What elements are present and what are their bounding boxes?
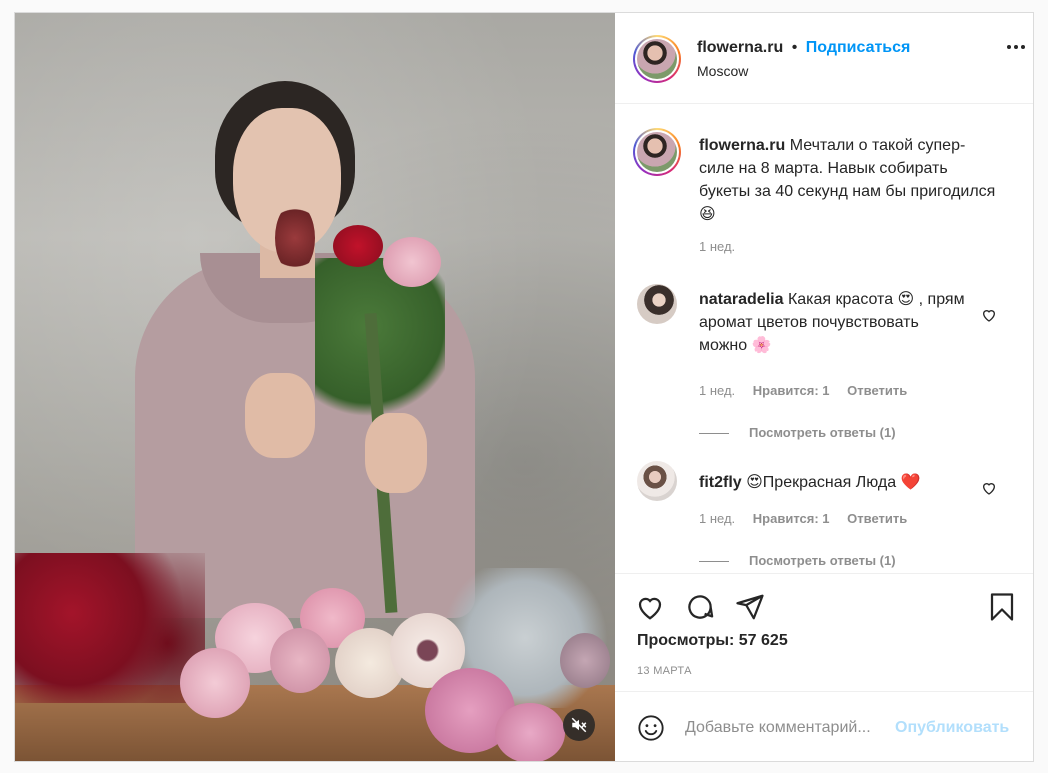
comment-time: 1 нед. (699, 383, 736, 398)
pink-rose (383, 237, 441, 287)
comment-like-icon[interactable] (981, 480, 997, 496)
right-hand (365, 413, 427, 493)
caption-author-avatar[interactable] (633, 128, 681, 176)
comment-likes[interactable]: Нравится: 1 (753, 511, 830, 526)
comment-time: 1 нед. (699, 511, 736, 526)
bookmark-icon[interactable] (987, 592, 1017, 622)
caption: flowerna.ru Мечтали о такой супер-силе н… (699, 134, 999, 226)
smiley-icon[interactable] (637, 714, 665, 742)
dried-flower (275, 203, 315, 273)
follow-button[interactable]: Подписаться (806, 39, 911, 56)
more-options-icon[interactable] (1007, 45, 1025, 49)
location-link[interactable]: Moscow (697, 63, 748, 79)
comment: nataradelia Какая красота 😍 , прям арома… (699, 288, 969, 357)
post-date[interactable]: 13 МАРТА (637, 665, 692, 677)
red-flowers (15, 553, 205, 703)
comment-input[interactable]: Добавьте комментарий... (685, 719, 871, 737)
divider-line (699, 433, 729, 435)
view-replies-button[interactable]: Посмотреть ответы (1) (699, 553, 896, 568)
post-video[interactable] (15, 13, 615, 761)
post-sidebar: flowerna.ru • Подписаться Moscow flowern… (615, 13, 1033, 761)
add-comment-bar: Добавьте комментарий... Опубликовать (615, 691, 1033, 762)
comment: fit2fly 😍Прекрасная Люда ❤️ (699, 471, 969, 494)
comment-text: 😍Прекрасная Люда ❤️ (746, 474, 921, 491)
commenter-avatar[interactable] (637, 284, 677, 324)
reply-button[interactable]: Ответить (847, 383, 907, 398)
views-count[interactable]: Просмотры: 57 625 (637, 632, 788, 650)
comment-meta: 1 нед. Нравится: 1 Ответить (699, 511, 907, 526)
red-rose (333, 225, 383, 267)
left-hand (245, 373, 315, 458)
post-card: flowerna.ru • Подписаться Moscow flowern… (14, 12, 1034, 762)
pink-rose (270, 628, 330, 693)
post-header: flowerna.ru • Подписаться Moscow (615, 13, 1033, 104)
action-bar: Просмотры: 57 625 13 МАРТА (615, 573, 1033, 694)
caption-time: 1 нед. (699, 239, 736, 254)
comment-likes[interactable]: Нравится: 1 (753, 383, 830, 398)
reply-button[interactable]: Ответить (847, 511, 907, 526)
caption-username[interactable]: flowerna.ru (699, 137, 785, 154)
comment-username[interactable]: fit2fly (699, 474, 742, 491)
publish-button[interactable]: Опубликовать (895, 719, 1009, 737)
separator-dot: • (791, 39, 798, 56)
comment-icon[interactable] (685, 592, 715, 622)
comment-meta: 1 нед. Нравится: 1 Ответить (699, 383, 907, 398)
comments-section: flowerna.ru Мечтали о такой супер-силе н… (615, 104, 1033, 572)
view-replies-label: Посмотреть ответы (1) (749, 553, 896, 568)
heart-icon[interactable] (635, 592, 665, 622)
author-username[interactable]: flowerna.ru (697, 39, 783, 56)
pink-rose (180, 648, 250, 718)
author-avatar[interactable] (633, 35, 681, 83)
paper-plane-icon[interactable] (735, 592, 765, 622)
divider-line (699, 561, 729, 563)
commenter-avatar[interactable] (637, 461, 677, 501)
lisianthus (495, 703, 565, 761)
speaker-muted-icon (571, 717, 587, 733)
mute-button[interactable] (563, 709, 595, 741)
view-replies-label: Посмотреть ответы (1) (749, 425, 896, 440)
comment-username[interactable]: nataradelia (699, 291, 783, 308)
view-replies-button[interactable]: Посмотреть ответы (1) (699, 425, 896, 440)
mauve-rose (560, 633, 610, 688)
comment-like-icon[interactable] (981, 307, 997, 323)
